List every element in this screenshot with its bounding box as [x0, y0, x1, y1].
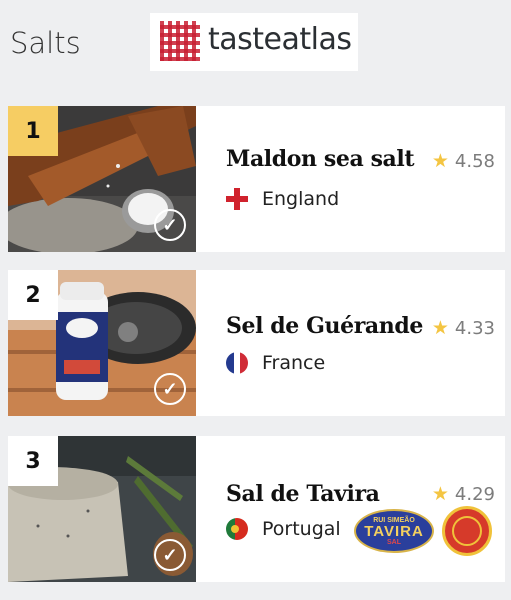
- country-name: England: [262, 188, 340, 210]
- rank-badge: 2: [8, 270, 58, 320]
- rating: ★ 4.29: [432, 484, 495, 505]
- food-image[interactable]: 2 ✓: [8, 270, 196, 416]
- checkmark-icon[interactable]: ✓: [154, 373, 186, 405]
- rank-badge: 3: [8, 436, 58, 486]
- tasteatlas-logo[interactable]: tasteatlas: [150, 13, 358, 71]
- list-item[interactable]: 1 ✓ Maldon sea salt ★ 4.58 England: [8, 106, 505, 252]
- producer-badge[interactable]: RUI SIMEÃO TAVIRA SAL: [354, 509, 434, 553]
- portugal-flag-icon: [226, 518, 248, 540]
- france-flag-icon: [226, 352, 248, 374]
- pdo-seal-icon[interactable]: [442, 506, 492, 556]
- rank-badge: 1: [8, 106, 58, 156]
- food-image[interactable]: 1 ✓: [8, 106, 196, 252]
- badge-main-text: TAVIRA: [364, 522, 424, 540]
- country[interactable]: Portugal: [226, 518, 341, 540]
- checkmark-icon[interactable]: ✓: [154, 209, 186, 241]
- star-icon: ★: [431, 151, 449, 172]
- country[interactable]: England: [226, 188, 339, 210]
- country-name: Portugal: [262, 518, 341, 540]
- item-name[interactable]: Sal de Tavira: [226, 481, 380, 507]
- rating-value: 4.29: [454, 484, 495, 505]
- food-image[interactable]: 3 ✓: [8, 436, 196, 582]
- list-item[interactable]: 2 ✓ Sel de Guérande ★ 4.33 France: [8, 270, 505, 416]
- england-flag-icon: [226, 188, 248, 210]
- country[interactable]: France: [226, 352, 325, 374]
- item-name[interactable]: Maldon sea salt: [226, 146, 415, 172]
- badge-bottom-text: SAL: [387, 538, 401, 546]
- rating: ★ 4.33: [432, 318, 495, 339]
- item-name[interactable]: Sel de Guérande: [226, 313, 423, 339]
- rating-value: 4.58: [454, 151, 495, 172]
- checkmark-icon[interactable]: ✓: [154, 539, 186, 571]
- list-item[interactable]: 3 ✓ Sal de Tavira ★ 4.29 Portugal RUI SI…: [8, 436, 505, 582]
- header: Salts tasteatlas: [0, 0, 511, 92]
- rating-value: 4.33: [454, 318, 495, 339]
- logo-text: tasteatlas: [208, 22, 352, 57]
- star-icon: ★: [431, 318, 449, 339]
- star-icon: ★: [431, 484, 449, 505]
- page-title: Salts: [10, 26, 81, 60]
- country-name: France: [262, 352, 326, 374]
- checkered-flag-icon: [160, 21, 200, 61]
- rating: ★ 4.58: [432, 151, 495, 172]
